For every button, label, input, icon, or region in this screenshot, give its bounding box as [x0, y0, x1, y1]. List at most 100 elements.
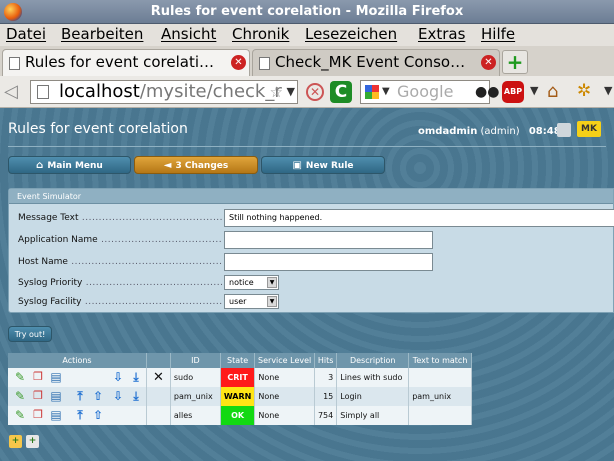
- stop-icon[interactable]: ✕: [306, 83, 324, 101]
- syslog-priority-row: Syslog Priority notice ▼: [9, 273, 614, 294]
- service-level: None: [254, 368, 315, 387]
- move-up-icon[interactable]: ⇧: [91, 389, 105, 403]
- url-bar[interactable]: localhost/mysite/check_r ☆ ▼: [30, 80, 298, 104]
- header-divider: [8, 146, 606, 147]
- user-info: omdadmin (admin) 08:48: [418, 126, 561, 137]
- row-actions: ✎ ❐ ▤ ⇩ ⤓: [8, 368, 147, 387]
- add-rule-icon[interactable]: +: [9, 435, 22, 448]
- toolbar-menu-icon[interactable]: ▼: [604, 84, 612, 97]
- row-actions: ✎ ❐ ▤ ⤒ ⇧: [8, 406, 147, 425]
- service-level: None: [254, 406, 315, 425]
- changes-label: 3 Changes: [175, 161, 229, 171]
- event-simulator-panel: Event Simulator Message Text Still nothi…: [8, 188, 614, 313]
- row-actions: ✎ ❐ ▤ ⤒ ⇧ ⇩ ⤓: [8, 387, 147, 406]
- reload-icon[interactable]: C: [330, 81, 352, 103]
- tab-label: Check_MK Event Conso…: [275, 53, 466, 71]
- try-out-button[interactable]: Try out!: [8, 326, 52, 342]
- menu-ansicht[interactable]: Ansicht: [161, 25, 216, 43]
- search-input[interactable]: ▼ Google: [360, 80, 490, 104]
- adblock-dropdown-icon[interactable]: ▼: [530, 84, 538, 97]
- menu-lesezeichen[interactable]: Lesezeichen: [305, 25, 397, 43]
- adblock-icon[interactable]: ABP: [502, 81, 524, 103]
- menu-datei[interactable]: Datei: [6, 25, 46, 43]
- edit-icon[interactable]: ✎: [13, 370, 27, 384]
- col-text-to-match: Text to match: [408, 353, 472, 368]
- description: Login: [336, 387, 410, 406]
- text-to-match: pam_unix: [408, 387, 472, 406]
- close-tab-icon[interactable]: ✕: [481, 55, 496, 70]
- syslog-facility-label: Syslog Facility: [18, 297, 222, 307]
- close-tab-icon[interactable]: ✕: [231, 55, 246, 70]
- rules-table: Actions ID State Service Level Hits Desc…: [8, 353, 472, 425]
- import-rules-icon[interactable]: +: [26, 435, 39, 448]
- copy-icon[interactable]: ▤: [49, 389, 63, 403]
- mk-logo[interactable]: MK: [577, 121, 601, 137]
- message-text-input[interactable]: Still nothing happened.: [224, 209, 614, 227]
- url-dropdown-icon[interactable]: ▼: [287, 81, 295, 103]
- stack-icon[interactable]: [557, 123, 571, 137]
- google-icon[interactable]: [365, 85, 379, 99]
- changes-button[interactable]: ◄ 3 Changes: [134, 156, 258, 174]
- menu-bearbeiten[interactable]: Bearbeiten: [61, 25, 143, 43]
- edit-icon[interactable]: ✎: [13, 389, 27, 403]
- application-name-row: Application Name: [9, 230, 614, 251]
- page-title: Rules for event corelation: [8, 121, 188, 137]
- table-row: ✎ ❐ ▤ ⤒ ⇧ ⇩ ⤓ pam_unix WARN None 15 Logi…: [8, 387, 472, 406]
- application-name-label: Application Name: [18, 235, 222, 245]
- message-text-row: Message Text Still nothing happened.: [9, 208, 614, 229]
- binoculars-icon[interactable]: ●●: [475, 84, 499, 100]
- menu-extras[interactable]: Extras: [418, 25, 465, 43]
- new-tab-button[interactable]: +: [502, 50, 528, 74]
- navigation-bar: ◁ localhost/mysite/check_r ☆ ▼ ✕ C ▼ Goo…: [0, 76, 614, 108]
- page-icon: [259, 57, 270, 70]
- back-arrow-icon[interactable]: ◁: [4, 82, 26, 102]
- move-down-icon[interactable]: ⇩: [111, 370, 125, 384]
- clone-icon[interactable]: ❐: [31, 408, 45, 422]
- chevron-down-icon: ▼: [267, 296, 277, 307]
- tab-event-console[interactable]: Check_MK Event Conso… ✕: [252, 49, 500, 76]
- syslog-facility-row: Syslog Facility user ▼: [9, 292, 614, 313]
- new-rule-label: New Rule: [305, 161, 354, 171]
- hits: 15: [314, 387, 338, 406]
- tab-rules[interactable]: Rules for event corelati… ✕: [2, 49, 250, 76]
- table-header-row: Actions ID State Service Level Hits Desc…: [8, 353, 472, 368]
- menu-chronik[interactable]: Chronik: [232, 25, 289, 43]
- clone-icon[interactable]: ❐: [31, 370, 45, 384]
- text-to-match: [408, 406, 472, 425]
- new-rule-button[interactable]: ▣ New Rule: [261, 156, 385, 174]
- service-level: None: [254, 387, 315, 406]
- move-bottom-icon[interactable]: ⤓: [129, 370, 143, 384]
- copy-icon[interactable]: ▤: [49, 370, 63, 384]
- bookmark-star-icon[interactable]: ☆: [270, 81, 283, 103]
- speaker-icon: ◄: [163, 160, 172, 171]
- delete-icon[interactable]: ✕: [146, 368, 171, 387]
- syslog-facility-select[interactable]: user ▼: [224, 294, 279, 309]
- main-menu-button[interactable]: ⌂ Main Menu: [8, 156, 131, 174]
- move-up-icon[interactable]: ⇧: [91, 408, 105, 422]
- syslog-priority-select[interactable]: notice ▼: [224, 275, 279, 290]
- copy-icon[interactable]: ▤: [49, 408, 63, 422]
- host-name-input[interactable]: [224, 253, 433, 271]
- delete-cell: [146, 406, 171, 425]
- description: Simply all: [336, 406, 410, 425]
- host-name-row: Host Name: [9, 252, 614, 273]
- menu-hilfe[interactable]: Hilfe: [481, 25, 515, 43]
- col-state: State: [220, 353, 256, 368]
- application-name-input[interactable]: [224, 231, 433, 249]
- col-delete: [146, 353, 171, 368]
- host-name-label: Host Name: [18, 257, 222, 267]
- move-top-icon[interactable]: ⤒: [73, 408, 87, 422]
- firebug-icon[interactable]: ✲: [577, 81, 591, 101]
- search-engine-dropdown-icon[interactable]: ▼: [382, 81, 390, 103]
- edit-icon[interactable]: ✎: [13, 408, 27, 422]
- move-top-icon[interactable]: ⤒: [73, 389, 87, 403]
- clock-time: 08:48: [528, 126, 561, 137]
- move-down-icon[interactable]: ⇩: [111, 389, 125, 403]
- clone-icon[interactable]: ❐: [31, 389, 45, 403]
- page-icon: [37, 85, 49, 99]
- move-bottom-icon[interactable]: ⤓: [129, 389, 143, 403]
- home-icon[interactable]: ⌂: [547, 81, 558, 102]
- syslog-priority-value: notice: [229, 278, 254, 287]
- menu-bar: Datei Bearbeiten Ansicht Chronik Lesezei…: [0, 24, 614, 46]
- col-service-level: Service Level: [254, 353, 315, 368]
